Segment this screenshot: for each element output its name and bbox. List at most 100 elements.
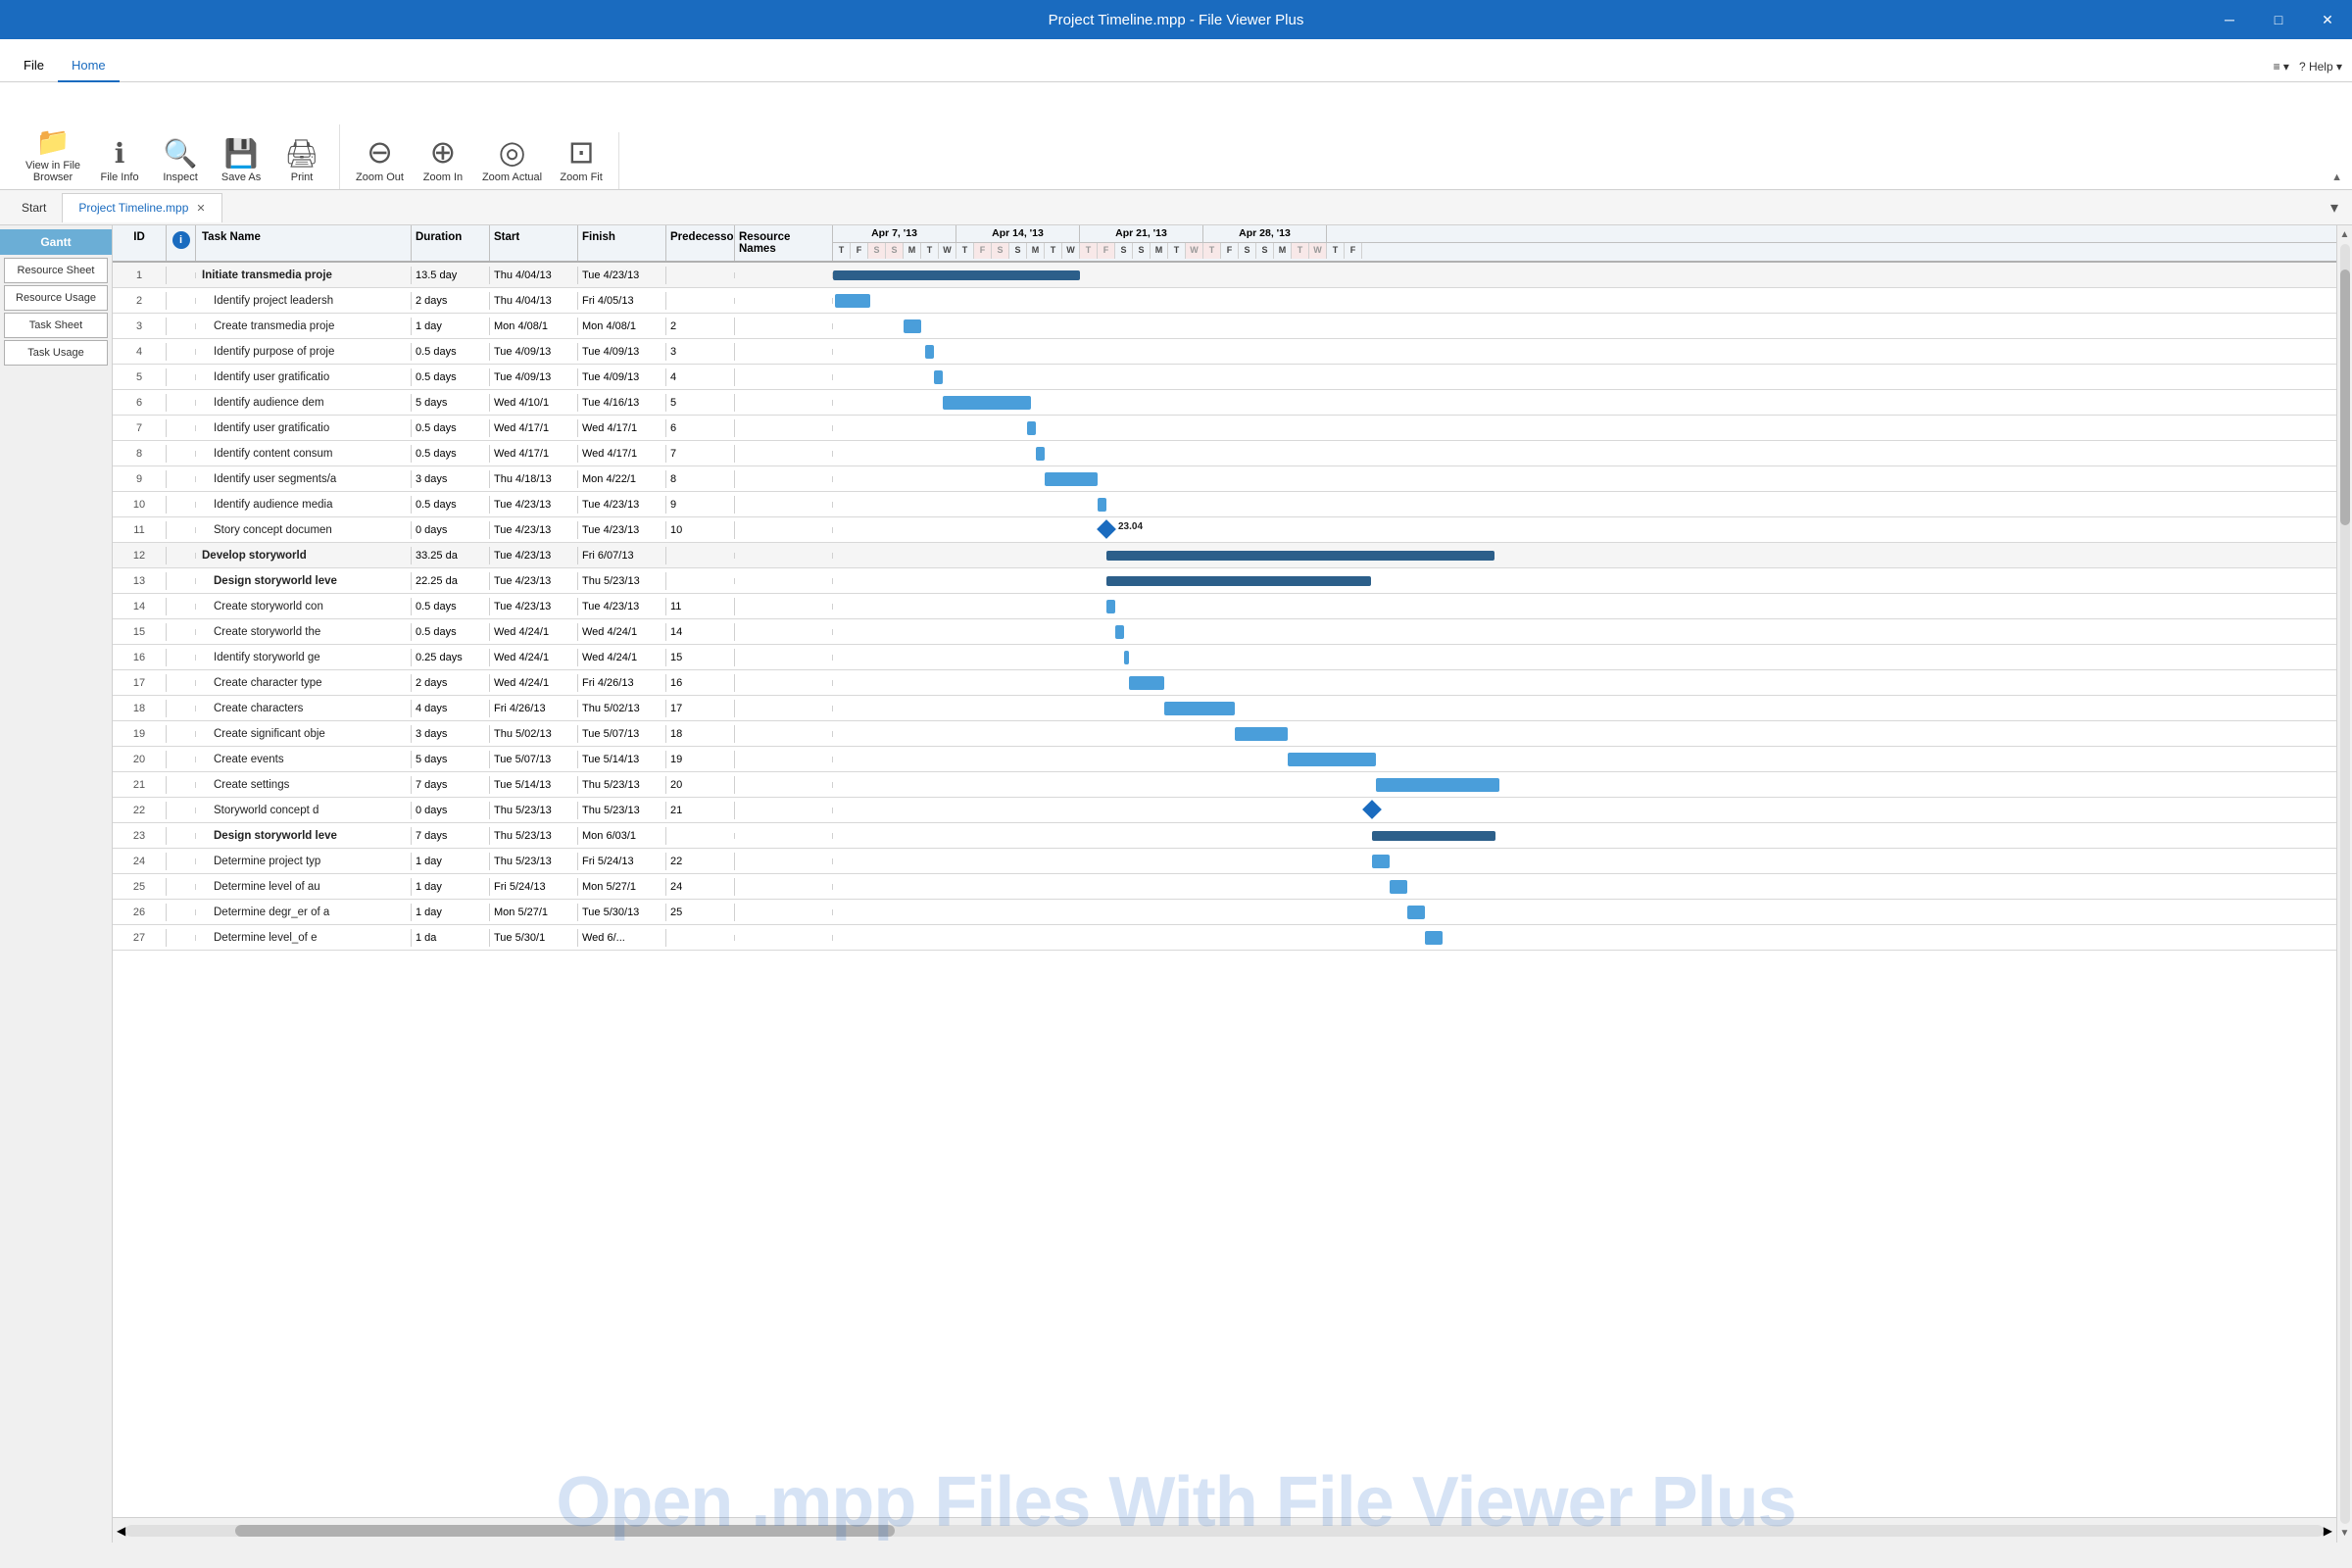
cell-res-18 xyxy=(735,731,833,737)
v-scroll-track[interactable] xyxy=(2340,244,2350,1524)
table-row[interactable]: 8 Identify content consum 0.5 days Wed 4… xyxy=(113,441,2336,466)
cell-id-3: 4 xyxy=(113,343,167,361)
zoom-out-btn[interactable]: ⊖ Zoom Out xyxy=(348,132,412,189)
zoom-actual-btn[interactable]: ◎ Zoom Actual xyxy=(474,132,550,189)
zoom-in-icon: ⊕ xyxy=(430,136,457,168)
resource-usage-btn[interactable]: Resource Usage xyxy=(4,285,108,311)
scrollbar-track[interactable] xyxy=(125,1525,2324,1537)
table-row[interactable]: 9 Identify user segments/a 3 days Thu 4/… xyxy=(113,466,2336,492)
v-scroll-down-btn[interactable]: ▼ xyxy=(2338,1526,2352,1541)
table-row[interactable]: 5 Identify user gratificatio 0.5 days Tu… xyxy=(113,365,2336,390)
zoom-fit-btn[interactable]: ⊡ Zoom Fit xyxy=(552,132,611,189)
cell-info-1 xyxy=(167,298,196,304)
gantt-label[interactable]: Gantt xyxy=(0,229,112,255)
v-scroll-up-btn[interactable]: ▲ xyxy=(2338,227,2352,242)
table-row[interactable]: 7 Identify user gratificatio 0.5 days We… xyxy=(113,416,2336,441)
zoom-in-btn[interactable]: ⊕ Zoom In xyxy=(414,132,472,189)
cell-chart-21 xyxy=(833,798,2336,823)
gantt-bar-task-9 xyxy=(1098,498,1106,512)
tab-file[interactable]: Project Timeline.mpp ✕ xyxy=(62,193,221,222)
table-row[interactable]: 15 Create storyworld the 0.5 days Wed 4/… xyxy=(113,619,2336,645)
maximize-btn[interactable]: □ xyxy=(2254,0,2303,39)
table-row[interactable]: 22 Storyworld concept d 0 days Thu 5/23/… xyxy=(113,798,2336,823)
cell-id-11: 12 xyxy=(113,547,167,564)
v-scroll-thumb xyxy=(2340,270,2350,525)
table-row[interactable]: 17 Create character type 2 days Wed 4/24… xyxy=(113,670,2336,696)
table-row[interactable]: 4 Identify purpose of proje 0.5 days Tue… xyxy=(113,339,2336,365)
cell-pred-0 xyxy=(666,272,735,278)
ribbon-collapse-arrow[interactable]: ▲ xyxy=(2331,172,2342,183)
inspect-btn[interactable]: 🔍 Inspect xyxy=(151,136,210,189)
cell-finish-20: Thu 5/23/13 xyxy=(578,776,666,794)
cell-res-9 xyxy=(735,502,833,508)
gantt-bar-task-14 xyxy=(1115,625,1124,639)
table-row[interactable]: 6 Identify audience dem 5 days Wed 4/10/… xyxy=(113,390,2336,416)
cell-dur-19: 5 days xyxy=(412,751,490,768)
table-row[interactable]: 27 Determine level_of e 1 da Tue 5/30/1 … xyxy=(113,925,2336,951)
table-row[interactable]: 13 Design storyworld leve 22.25 da Tue 4… xyxy=(113,568,2336,594)
ribbon-collapse-btn[interactable]: ≡ ▾ xyxy=(2274,60,2289,74)
cell-dur-6: 0.5 days xyxy=(412,419,490,437)
close-btn[interactable]: ✕ xyxy=(2303,0,2352,39)
table-row[interactable]: 20 Create events 5 days Tue 5/07/13 Tue … xyxy=(113,747,2336,772)
table-row[interactable]: 25 Determine level of au 1 day Fri 5/24/… xyxy=(113,874,2336,900)
cell-res-19 xyxy=(735,757,833,762)
table-row[interactable]: 2 Identify project leadersh 2 days Thu 4… xyxy=(113,288,2336,314)
cell-dur-25: 1 day xyxy=(412,904,490,921)
table-row[interactable]: 3 Create transmedia proje 1 day Mon 4/08… xyxy=(113,314,2336,339)
print-btn[interactable]: 🖨 Print xyxy=(272,136,331,189)
day-label-17: S xyxy=(1133,243,1151,259)
gantt-milestone-21 xyxy=(1362,800,1382,819)
cell-info-7 xyxy=(167,451,196,457)
table-row[interactable]: 21 Create settings 7 days Tue 5/14/13 Th… xyxy=(113,772,2336,798)
table-row[interactable]: 26 Determine degr_er of a 1 day Mon 5/27… xyxy=(113,900,2336,925)
cell-finish-16: Fri 4/26/13 xyxy=(578,674,666,692)
minimize-btn[interactable]: ─ xyxy=(2205,0,2254,39)
print-label: Print xyxy=(291,172,314,183)
table-row[interactable]: 12 Develop storyworld 33.25 da Tue 4/23/… xyxy=(113,543,2336,568)
menu-file[interactable]: File xyxy=(10,50,58,82)
cell-res-7 xyxy=(735,451,833,457)
app-title: Project Timeline.mpp - File Viewer Plus xyxy=(1049,12,1304,28)
table-row[interactable]: 19 Create significant obje 3 days Thu 5/… xyxy=(113,721,2336,747)
cell-pred-3: 3 xyxy=(666,343,735,361)
scroll-right-btn[interactable]: ▶ xyxy=(2324,1524,2332,1538)
cell-res-0 xyxy=(735,272,833,278)
task-sheet-btn[interactable]: Task Sheet xyxy=(4,313,108,338)
help-btn[interactable]: ? Help ▾ xyxy=(2299,60,2342,74)
tab-start[interactable]: Start xyxy=(6,193,62,222)
scroll-left-btn[interactable]: ◀ xyxy=(117,1524,125,1538)
day-label-25: M xyxy=(1274,243,1292,259)
milestone-label-10: 23.04 xyxy=(1118,521,1143,532)
table-row[interactable]: 14 Create storyworld con 0.5 days Tue 4/… xyxy=(113,594,2336,619)
table-row[interactable]: 1 Initiate transmedia proje 13.5 day Thu… xyxy=(113,263,2336,288)
cell-chart-23 xyxy=(833,849,2336,874)
tab-close-btn[interactable]: ✕ xyxy=(196,202,205,215)
table-row[interactable]: 11 Story concept documen 0 days Tue 4/23… xyxy=(113,517,2336,543)
file-info-btn[interactable]: ℹ File Info xyxy=(90,136,149,189)
table-row[interactable]: 24 Determine project typ 1 day Thu 5/23/… xyxy=(113,849,2336,874)
table-row[interactable]: 23 Design storyworld leve 7 days Thu 5/2… xyxy=(113,823,2336,849)
menu-home[interactable]: Home xyxy=(58,50,120,82)
header-pred: Predecesso xyxy=(666,225,735,261)
tab-dropdown-btn[interactable]: ▾ xyxy=(2323,194,2346,221)
cell-pred-20: 20 xyxy=(666,776,735,794)
table-row[interactable]: 18 Create characters 4 days Fri 4/26/13 … xyxy=(113,696,2336,721)
table-row[interactable]: 10 Identify audience media 0.5 days Tue … xyxy=(113,492,2336,517)
view-in-file-browser-btn[interactable]: 📁 View in FileBrowser xyxy=(18,124,88,189)
task-usage-btn[interactable]: Task Usage xyxy=(4,340,108,366)
cell-finish-4: Tue 4/09/13 xyxy=(578,368,666,386)
resource-sheet-btn[interactable]: Resource Sheet xyxy=(4,258,108,283)
table-row[interactable]: 16 Identify storyworld ge 0.25 days Wed … xyxy=(113,645,2336,670)
day-label-13: W xyxy=(1062,243,1080,259)
cell-pred-6: 6 xyxy=(666,419,735,437)
cell-finish-26: Wed 6/... xyxy=(578,929,666,947)
save-as-btn[interactable]: 💾 Save As xyxy=(212,136,270,189)
cell-finish-25: Tue 5/30/13 xyxy=(578,904,666,921)
cell-start-22: Thu 5/23/13 xyxy=(490,827,578,845)
cell-res-6 xyxy=(735,425,833,431)
cell-finish-12: Thu 5/23/13 xyxy=(578,572,666,590)
cell-dur-22: 7 days xyxy=(412,827,490,845)
header-task: Task Name xyxy=(196,225,412,261)
cell-dur-17: 4 days xyxy=(412,700,490,717)
